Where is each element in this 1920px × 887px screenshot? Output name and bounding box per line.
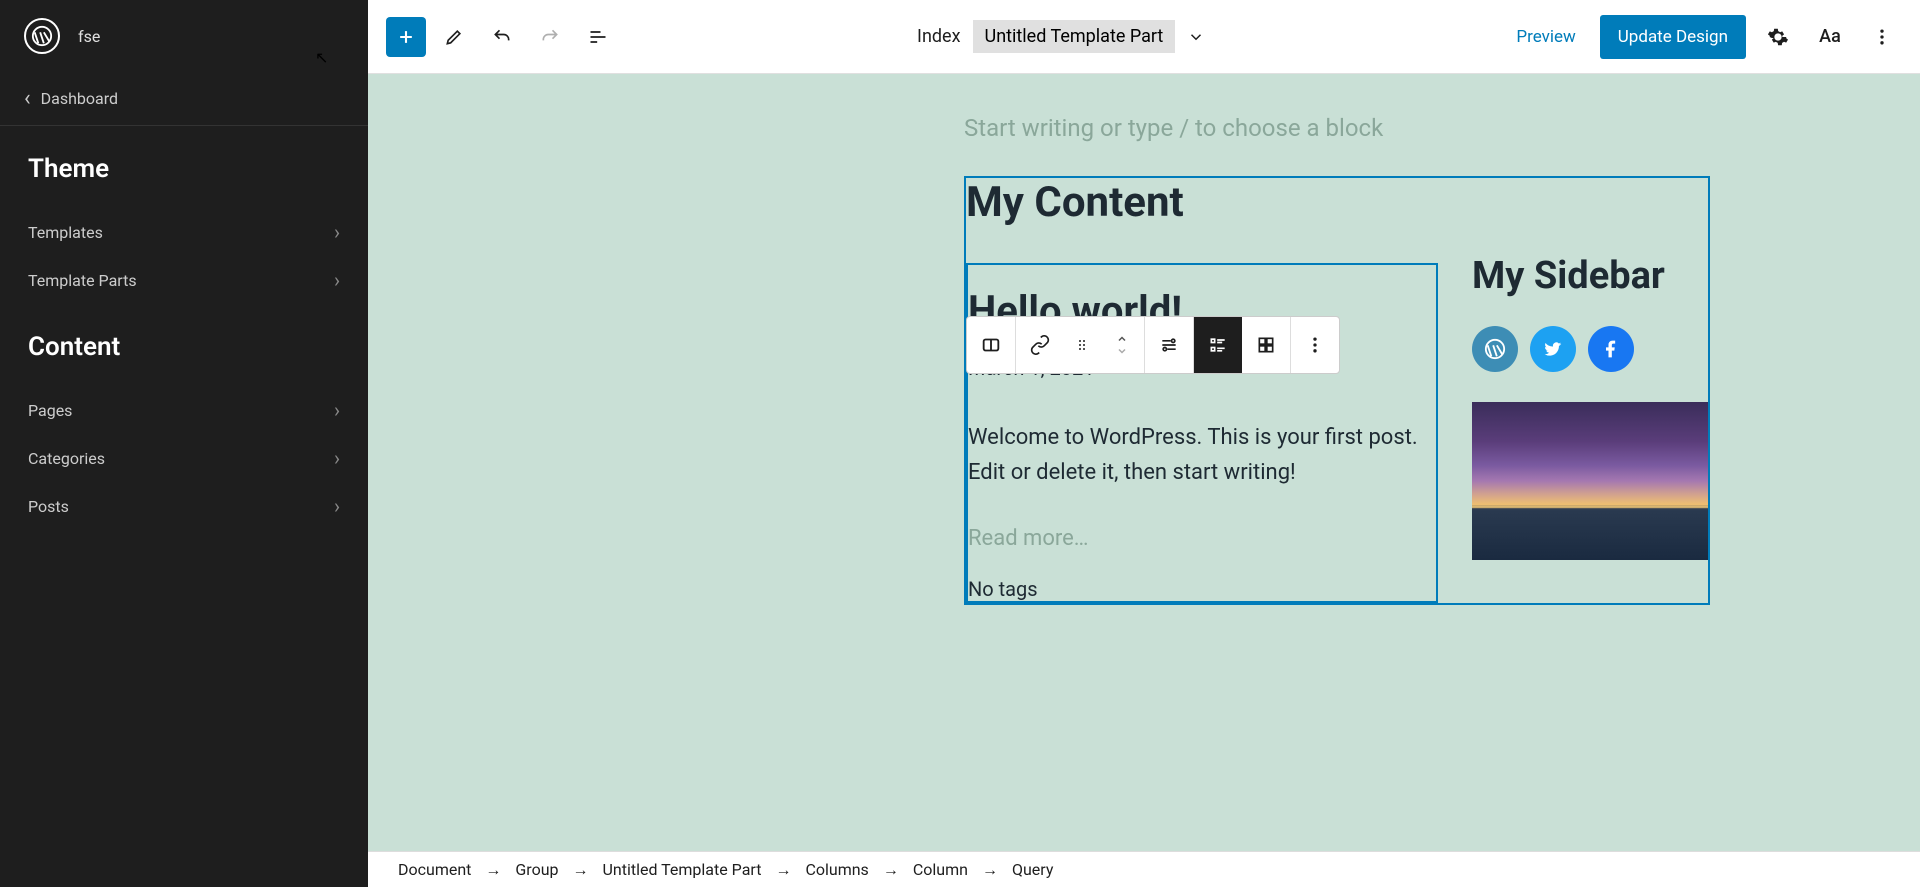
update-design-button[interactable]: Update Design xyxy=(1600,15,1746,59)
sidebar-image[interactable] xyxy=(1472,402,1708,560)
block-placeholder[interactable]: Start writing or type / to choose a bloc… xyxy=(964,114,1920,142)
breadcrumb-item[interactable]: Untitled Template Part xyxy=(603,860,762,879)
chevron-right-icon xyxy=(334,268,340,292)
sidebar-item-label: Templates xyxy=(28,223,103,242)
breadcrumb-separator-icon: → xyxy=(883,860,899,880)
wordpress-logo-icon[interactable] xyxy=(24,18,60,54)
post-tags[interactable]: No tags xyxy=(968,577,1436,601)
block-more-options-button[interactable] xyxy=(1291,317,1339,373)
settings-button[interactable] xyxy=(1758,17,1798,57)
template-part-name: Untitled Template Part xyxy=(973,20,1176,53)
list-view-button[interactable] xyxy=(578,17,618,57)
doc-index-label: Index xyxy=(917,26,960,47)
section-title-theme: Theme xyxy=(28,154,340,184)
back-label: Dashboard xyxy=(41,89,118,108)
select-parent-button[interactable] xyxy=(1020,317,1060,373)
preview-button[interactable]: Preview xyxy=(1504,19,1587,55)
list-layout-button[interactable] xyxy=(1194,317,1242,373)
sidebar-item-label: Posts xyxy=(28,497,69,516)
topbar-document-title[interactable]: Index Untitled Template Part xyxy=(626,20,1496,53)
chevron-right-icon xyxy=(334,220,340,244)
breadcrumb-item[interactable]: Group xyxy=(515,860,558,879)
sidebar-header: fse xyxy=(0,0,368,72)
read-more-link[interactable]: Read more… xyxy=(968,526,1436,551)
breadcrumb-separator-icon: → xyxy=(573,860,589,880)
sidebar-item-pages[interactable]: Pages xyxy=(0,386,368,434)
social-wordpress-icon[interactable] xyxy=(1472,326,1518,372)
block-breadcrumb: Document → Group → Untitled Template Par… xyxy=(368,851,1920,887)
sidebar-item-label: Pages xyxy=(28,401,72,420)
editor-main: Index Untitled Template Part Preview Upd… xyxy=(368,0,1920,887)
back-to-dashboard[interactable]: Dashboard xyxy=(0,72,368,126)
social-facebook-icon[interactable] xyxy=(1588,326,1634,372)
block-mover xyxy=(1104,333,1140,357)
breadcrumb-separator-icon: → xyxy=(982,860,998,880)
move-down-button[interactable] xyxy=(1104,345,1140,357)
redo-button[interactable] xyxy=(530,17,570,57)
more-options-button[interactable] xyxy=(1862,17,1902,57)
undo-button[interactable] xyxy=(482,17,522,57)
chevron-left-icon xyxy=(24,86,31,111)
breadcrumb-separator-icon: → xyxy=(485,860,501,880)
social-links xyxy=(1472,326,1712,372)
sidebar-widget-area[interactable]: My Sidebar xyxy=(1472,254,1712,560)
admin-sidebar: fse Dashboard Theme Templates Template P… xyxy=(0,0,368,887)
sidebar-section-content: Content xyxy=(0,304,368,386)
query-block[interactable]: Hello world! March 1, 2021 Welcome to Wo… xyxy=(966,263,1438,603)
drag-handle-icon[interactable] xyxy=(1064,317,1100,373)
sidebar-item-templates[interactable]: Templates xyxy=(0,208,368,256)
site-title: fse xyxy=(78,27,100,46)
block-type-button[interactable] xyxy=(967,317,1015,373)
editor-topbar: Index Untitled Template Part Preview Upd… xyxy=(368,0,1920,74)
sidebar-item-label: Categories xyxy=(28,449,105,468)
chevron-right-icon xyxy=(334,446,340,470)
block-toolbar xyxy=(966,316,1340,374)
content-heading[interactable]: My Content xyxy=(966,178,1708,239)
move-up-button[interactable] xyxy=(1104,333,1140,345)
post-excerpt[interactable]: Welcome to WordPress. This is your first… xyxy=(968,420,1436,490)
sidebar-item-posts[interactable]: Posts xyxy=(0,482,368,530)
styles-button[interactable]: Aa xyxy=(1810,17,1850,57)
sidebar-item-categories[interactable]: Categories xyxy=(0,434,368,482)
breadcrumb-item[interactable]: Document xyxy=(398,860,471,879)
breadcrumb-item[interactable]: Query xyxy=(1012,860,1053,879)
chevron-right-icon xyxy=(334,494,340,518)
section-title-content: Content xyxy=(28,332,340,362)
breadcrumb-separator-icon: → xyxy=(775,860,791,880)
sidebar-item-label: Template Parts xyxy=(28,271,137,290)
add-block-button[interactable] xyxy=(386,17,426,57)
grid-layout-button[interactable] xyxy=(1242,317,1290,373)
breadcrumb-item[interactable]: Column xyxy=(913,860,968,879)
sidebar-item-template-parts[interactable]: Template Parts xyxy=(0,256,368,304)
editor-canvas[interactable]: Start writing or type / to choose a bloc… xyxy=(368,74,1920,887)
sidebar-widget-title[interactable]: My Sidebar xyxy=(1472,254,1712,300)
chevron-right-icon xyxy=(334,398,340,422)
display-settings-button[interactable] xyxy=(1145,317,1193,373)
breadcrumb-item[interactable]: Columns xyxy=(805,860,868,879)
social-twitter-icon[interactable] xyxy=(1530,326,1576,372)
chevron-down-icon xyxy=(1187,28,1205,46)
sidebar-section-theme: Theme xyxy=(0,126,368,208)
edit-tool-button[interactable] xyxy=(434,17,474,57)
